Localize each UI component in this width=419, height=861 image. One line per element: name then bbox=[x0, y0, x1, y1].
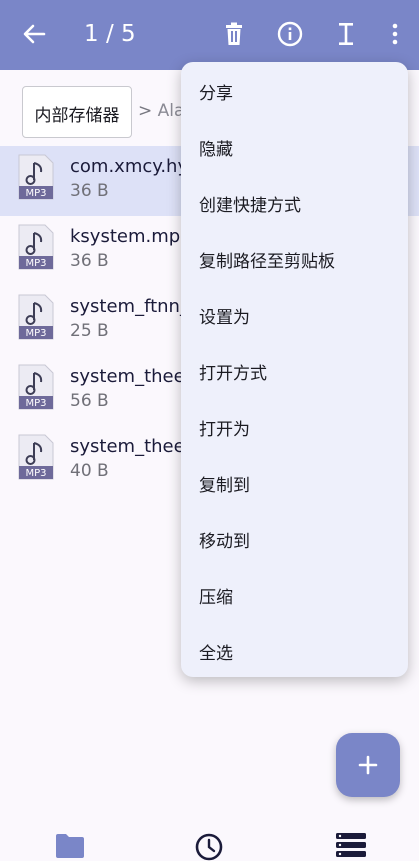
menu-item-label: 创建快捷方式 bbox=[199, 196, 301, 216]
clock-icon[interactable] bbox=[194, 832, 224, 861]
selection-count-title: 1 / 5 bbox=[84, 21, 136, 47]
breadcrumb-root[interactable]: 内部存储器 bbox=[22, 86, 132, 138]
menu-item-label: 移动到 bbox=[199, 532, 250, 552]
menu-item-label: 打开为 bbox=[199, 420, 250, 440]
menu-item-label: 设置为 bbox=[199, 308, 250, 328]
file-name: com.xmcy.hy bbox=[70, 156, 189, 177]
file-badge: MP3 bbox=[25, 328, 46, 339]
overflow-menu: 分享 隐藏 创建快捷方式 复制路径至剪贴板 设置为 打开方式 打开为 复制到 移… bbox=[181, 62, 408, 677]
file-badge: MP3 bbox=[25, 398, 46, 409]
file-size: 56 B bbox=[70, 391, 109, 411]
add-fab-button[interactable] bbox=[336, 733, 400, 797]
menu-item-label: 隐藏 bbox=[199, 140, 233, 160]
menu-item-label: 分享 bbox=[199, 84, 233, 104]
menu-item-label: 压缩 bbox=[199, 588, 233, 608]
menu-item-compress[interactable]: 压缩 bbox=[181, 566, 408, 622]
breadcrumb-next[interactable]: > Ala bbox=[138, 101, 184, 121]
menu-item-share[interactable]: 分享 bbox=[181, 62, 408, 118]
audio-file-icon: MP3 bbox=[18, 224, 54, 270]
breadcrumb-root-label: 内部存储器 bbox=[34, 106, 120, 126]
back-arrow-icon[interactable] bbox=[20, 20, 48, 48]
storage-icon[interactable] bbox=[335, 832, 367, 858]
menu-item-create-shortcut[interactable]: 创建快捷方式 bbox=[181, 174, 408, 230]
file-name: system_thee bbox=[70, 366, 185, 387]
folder-icon[interactable] bbox=[55, 832, 85, 858]
menu-item-label: 复制路径至剪贴板 bbox=[199, 252, 335, 272]
file-name: ksystem.mp3 bbox=[70, 226, 192, 247]
breadcrumb-separator: > bbox=[138, 101, 153, 121]
delete-icon[interactable] bbox=[219, 19, 249, 49]
menu-item-hide[interactable]: 隐藏 bbox=[181, 118, 408, 174]
menu-item-set-as[interactable]: 设置为 bbox=[181, 286, 408, 342]
menu-item-select-all[interactable]: 全选 bbox=[181, 622, 408, 678]
audio-file-icon: MP3 bbox=[18, 434, 54, 480]
file-badge: MP3 bbox=[25, 188, 46, 199]
menu-item-copy-to[interactable]: 复制到 bbox=[181, 454, 408, 510]
menu-item-open-as[interactable]: 打开为 bbox=[181, 398, 408, 454]
file-size: 25 B bbox=[70, 321, 109, 341]
menu-item-label: 打开方式 bbox=[199, 364, 267, 384]
audio-file-icon: MP3 bbox=[18, 364, 54, 410]
menu-item-open-with[interactable]: 打开方式 bbox=[181, 342, 408, 398]
file-badge: MP3 bbox=[25, 468, 46, 479]
info-icon[interactable] bbox=[275, 19, 305, 49]
audio-file-icon: MP3 bbox=[18, 154, 54, 200]
menu-item-label: 全选 bbox=[199, 644, 233, 664]
file-size: 36 B bbox=[70, 251, 109, 271]
text-cursor-icon[interactable] bbox=[331, 19, 361, 49]
file-size: 40 B bbox=[70, 461, 109, 481]
file-name: system_ftnn_ bbox=[70, 296, 189, 317]
more-vert-icon[interactable] bbox=[380, 19, 410, 49]
menu-item-copy-path[interactable]: 复制路径至剪贴板 bbox=[181, 230, 408, 286]
add-icon bbox=[358, 755, 378, 775]
menu-item-label: 复制到 bbox=[199, 476, 250, 496]
file-name: system_thee bbox=[70, 436, 185, 457]
audio-file-icon: MP3 bbox=[18, 294, 54, 340]
top-app-bar: 1 / 5 bbox=[0, 0, 419, 70]
file-badge: MP3 bbox=[25, 258, 46, 269]
menu-item-move-to[interactable]: 移动到 bbox=[181, 510, 408, 566]
file-size: 36 B bbox=[70, 181, 109, 201]
